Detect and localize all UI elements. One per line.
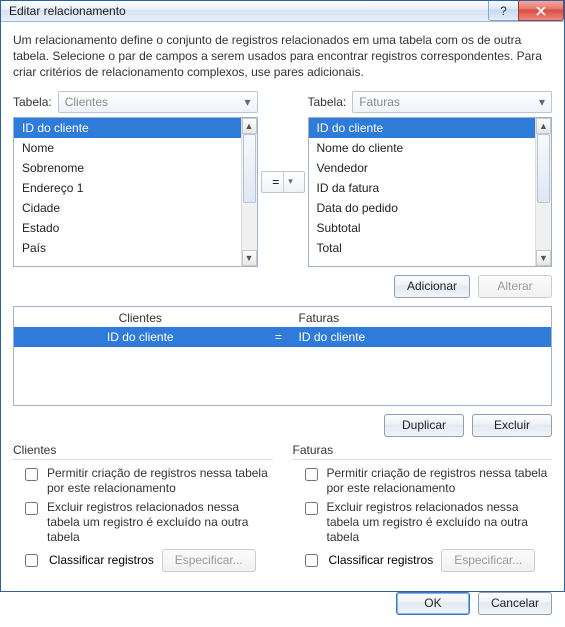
divider: [13, 459, 273, 460]
right-allow-create-checkbox[interactable]: [305, 468, 318, 481]
close-icon: [536, 6, 546, 16]
left-cascade-delete-label: Excluir registros relacionados nessa tab…: [47, 500, 273, 545]
operator-column: = ▾: [258, 91, 308, 193]
scroll-down-button[interactable]: ▼: [536, 250, 551, 266]
divider: [293, 459, 553, 460]
scroll-down-button[interactable]: ▼: [242, 250, 257, 266]
mapping-right: ID do cliente: [291, 330, 552, 344]
scroll-up-button[interactable]: ▲: [242, 118, 257, 134]
add-change-row: Adicionar Alterar: [13, 275, 552, 298]
right-table-label: Tabela:: [308, 95, 347, 109]
right-specify-button[interactable]: Especificar...: [441, 549, 535, 572]
close-button[interactable]: [518, 1, 564, 21]
right-table-select[interactable]: Faturas ▾: [352, 91, 552, 113]
mapping-row[interactable]: ID do cliente = ID do cliente: [14, 327, 551, 347]
operator-select[interactable]: = ▾: [261, 171, 305, 193]
change-button[interactable]: Alterar: [478, 275, 552, 298]
mapping-header-left: Clientes: [14, 311, 267, 325]
chevron-down-icon: ▾: [539, 95, 545, 109]
right-fields-listbox[interactable]: ID do cliente Nome do cliente Vendedor I…: [308, 117, 553, 267]
right-cascade-delete-label: Excluir registros relacionados nessa tab…: [327, 500, 553, 545]
tables-row: Tabela: Clientes ▾ ID do cliente Nome So…: [13, 91, 552, 267]
scrollbar[interactable]: ▲ ▼: [535, 118, 551, 266]
description-text: Um relacionamento define o conjunto de r…: [13, 32, 552, 81]
window-title: Editar relacionamento: [9, 4, 488, 18]
mapping-box: Clientes Faturas ID do cliente = ID do c…: [13, 306, 552, 406]
right-table-selected: Faturas: [359, 95, 400, 109]
left-table-selected: Clientes: [65, 95, 108, 109]
mapping-header-right: Faturas: [291, 311, 552, 325]
scroll-thumb[interactable]: [243, 134, 256, 204]
help-button[interactable]: ?: [488, 1, 518, 21]
window-buttons: ?: [488, 1, 564, 21]
list-item[interactable]: Estado: [14, 218, 241, 238]
mapping-left: ID do cliente: [14, 330, 267, 344]
scroll-thumb[interactable]: [537, 134, 550, 204]
left-allow-create-checkbox[interactable]: [25, 468, 38, 481]
left-table-select[interactable]: Clientes ▾: [58, 91, 258, 113]
right-table-column: Tabela: Faturas ▾ ID do cliente Nome do …: [308, 91, 553, 267]
left-options: Clientes Permitir criação de registros n…: [13, 443, 273, 572]
scroll-up-button[interactable]: ▲: [536, 118, 551, 134]
right-allow-create-label: Permitir criação de registros nessa tabe…: [327, 466, 553, 496]
left-fields-listbox[interactable]: ID do cliente Nome Sobrenome Endereço 1 …: [13, 117, 258, 267]
left-cascade-delete-checkbox[interactable]: [25, 502, 38, 515]
list-item[interactable]: Nome: [14, 138, 241, 158]
operator-value: =: [272, 175, 279, 189]
duplicate-button[interactable]: Duplicar: [384, 414, 464, 437]
titlebar: Editar relacionamento ?: [1, 1, 564, 22]
left-options-title: Clientes: [13, 443, 273, 457]
options-sections: Clientes Permitir criação de registros n…: [13, 443, 552, 572]
mapping-header: Clientes Faturas: [14, 307, 551, 327]
edit-relationship-dialog: Editar relacionamento ? Um relacionament…: [0, 0, 565, 592]
left-specify-button[interactable]: Especificar...: [162, 549, 256, 572]
left-sort-checkbox[interactable]: [25, 554, 38, 567]
list-item[interactable]: Vendedor: [309, 158, 536, 178]
dup-del-row: Duplicar Excluir: [13, 414, 552, 437]
list-item[interactable]: Endereço 1: [14, 178, 241, 198]
left-table-column: Tabela: Clientes ▾ ID do cliente Nome So…: [13, 91, 258, 267]
scroll-track[interactable]: [242, 134, 257, 250]
scroll-track[interactable]: [536, 134, 551, 250]
right-options: Faturas Permitir criação de registros ne…: [293, 443, 553, 572]
ok-button[interactable]: OK: [396, 592, 470, 615]
left-table-label: Tabela:: [13, 95, 52, 109]
right-cascade-delete-checkbox[interactable]: [305, 502, 318, 515]
left-sort-label: Classificar registros: [49, 553, 154, 567]
dialog-body: Um relacionamento define o conjunto de r…: [1, 22, 564, 582]
chevron-down-icon: ▾: [244, 95, 250, 109]
right-sort-checkbox[interactable]: [305, 554, 318, 567]
list-item[interactable]: Total: [309, 238, 536, 258]
help-icon: ?: [500, 4, 507, 18]
right-options-title: Faturas: [293, 443, 553, 457]
left-allow-create-label: Permitir criação de registros nessa tabe…: [47, 466, 273, 496]
list-item[interactable]: ID do cliente: [309, 118, 536, 138]
list-item[interactable]: Nome do cliente: [309, 138, 536, 158]
list-item[interactable]: Cidade: [14, 198, 241, 218]
list-item[interactable]: Data do pedido: [309, 198, 536, 218]
delete-button[interactable]: Excluir: [472, 414, 552, 437]
list-item[interactable]: Subtotal: [309, 218, 536, 238]
dialog-footer: OK Cancelar: [1, 582, 564, 627]
list-item[interactable]: Sobrenome: [14, 158, 241, 178]
mapping-op: =: [267, 330, 291, 344]
list-item[interactable]: ID do cliente: [14, 118, 241, 138]
chevron-down-icon: ▾: [283, 172, 293, 192]
right-sort-label: Classificar registros: [329, 553, 434, 567]
list-item[interactable]: País: [14, 238, 241, 258]
list-item[interactable]: ID da fatura: [309, 178, 536, 198]
cancel-button[interactable]: Cancelar: [478, 592, 552, 615]
scrollbar[interactable]: ▲ ▼: [241, 118, 257, 266]
add-button[interactable]: Adicionar: [394, 275, 470, 298]
